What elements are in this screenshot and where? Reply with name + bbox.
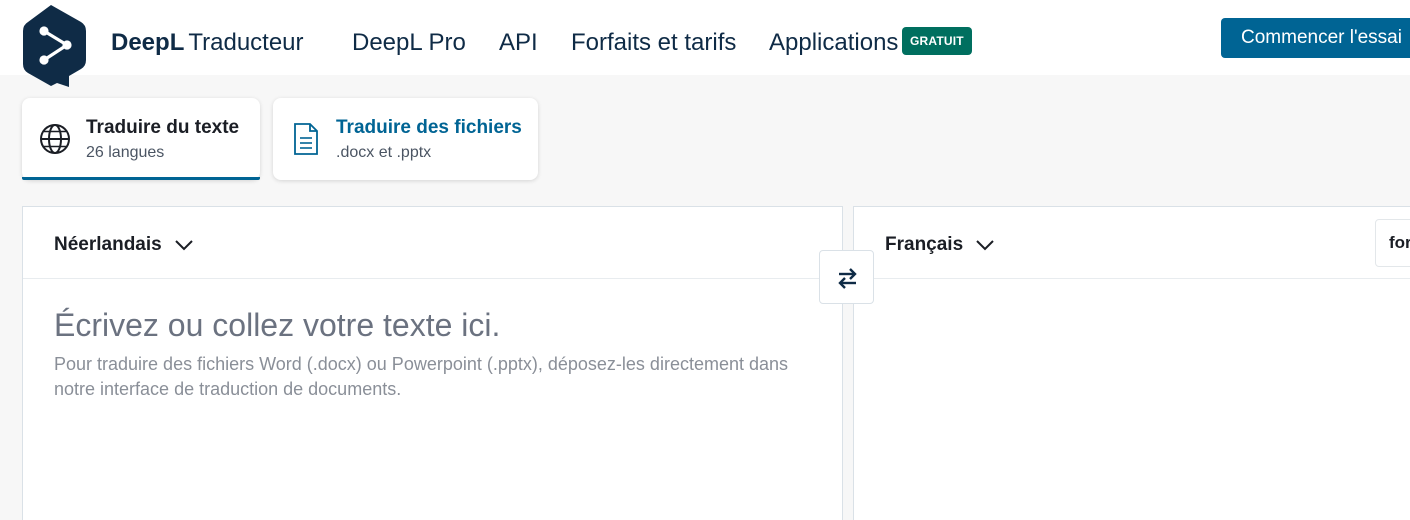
nav-api[interactable]: API bbox=[499, 28, 538, 58]
chevron-down-icon bbox=[976, 240, 995, 251]
source-panel-header: Néerlandais bbox=[23, 207, 842, 279]
swap-arrows-icon bbox=[838, 268, 857, 289]
free-badge: GRATUIT bbox=[902, 27, 972, 55]
active-tab-indicator bbox=[22, 177, 260, 180]
target-language-select[interactable]: Français bbox=[885, 233, 995, 257]
tab-translate-text[interactable]: Traduire du texte 26 langues bbox=[22, 98, 260, 180]
nav-deepl-pro[interactable]: DeepL Pro bbox=[352, 28, 466, 58]
source-text-input[interactable]: Écrivez ou collez votre texte ici. bbox=[54, 305, 500, 345]
source-panel: Néerlandais Écrivez ou collez votre text… bbox=[22, 206, 843, 520]
nav-applications[interactable]: Applications bbox=[769, 28, 898, 58]
tab-translate-files[interactable]: Traduire des fichiers .docx et .pptx bbox=[273, 98, 538, 180]
deepl-logo-icon[interactable] bbox=[20, 4, 90, 88]
start-trial-button[interactable]: Commencer l'essai bbox=[1221, 18, 1410, 58]
tab-subtitle: 26 langues bbox=[86, 144, 165, 161]
top-header: DeepL Traducteur DeepL Pro API Forfaits e… bbox=[0, 0, 1410, 87]
source-language-select[interactable]: Néerlandais bbox=[54, 233, 193, 257]
document-icon bbox=[294, 123, 318, 155]
source-language-label: Néerlandais bbox=[54, 234, 162, 255]
target-panel-header: Français formel bbox=[854, 207, 1410, 279]
tab-subtitle: .docx et .pptx bbox=[336, 144, 432, 161]
swap-languages-button[interactable] bbox=[819, 250, 874, 304]
target-language-label: Français bbox=[885, 234, 964, 255]
file-drop-hint: Pour traduire des fichiers Word (.docx) … bbox=[54, 354, 789, 399]
globe-icon bbox=[40, 124, 70, 154]
chevron-down-icon bbox=[175, 240, 193, 251]
nav-pricing[interactable]: Forfaits et tarifs bbox=[571, 28, 736, 58]
tab-title: Traduire des fichiers bbox=[336, 117, 522, 138]
target-panel: Français formel bbox=[853, 206, 1410, 520]
formality-button[interactable]: formel bbox=[1375, 219, 1410, 267]
brand-name: DeepL bbox=[111, 29, 185, 56]
brand-product: Traducteur bbox=[188, 29, 304, 56]
tab-title: Traduire du texte bbox=[86, 117, 240, 138]
brand-title[interactable]: DeepL Traducteur bbox=[111, 28, 304, 58]
